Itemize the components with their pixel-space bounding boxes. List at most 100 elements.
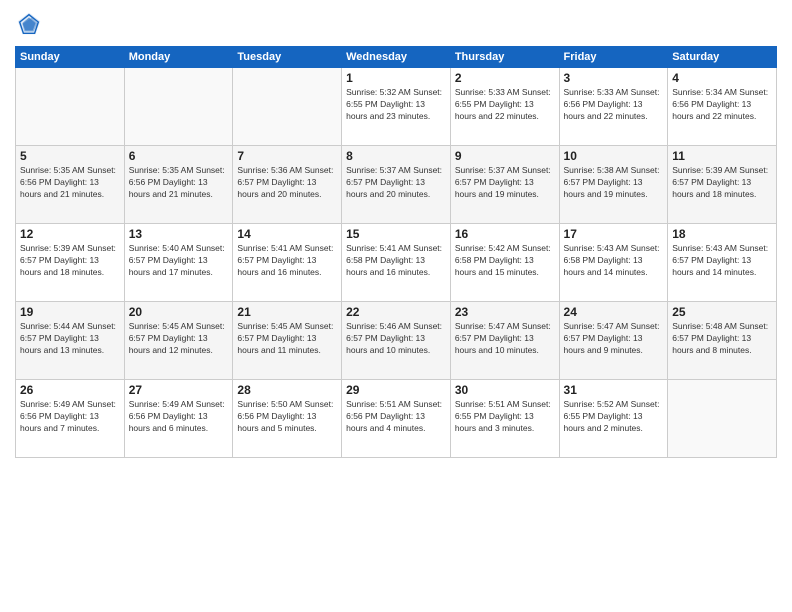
day-info: Sunrise: 5:35 AM Sunset: 6:56 PM Dayligh…: [129, 165, 229, 201]
weekday-header-cell: Saturday: [668, 47, 777, 68]
day-info: Sunrise: 5:34 AM Sunset: 6:56 PM Dayligh…: [672, 87, 772, 123]
calendar-cell: 19 Sunrise: 5:44 AM Sunset: 6:57 PM Dayli…: [16, 302, 125, 380]
calendar-cell: [233, 68, 342, 146]
day-info: Sunrise: 5:42 AM Sunset: 6:58 PM Dayligh…: [455, 243, 555, 279]
day-info: Sunrise: 5:47 AM Sunset: 6:57 PM Dayligh…: [564, 321, 664, 357]
calendar-cell: 18 Sunrise: 5:43 AM Sunset: 6:57 PM Dayli…: [668, 224, 777, 302]
day-info: Sunrise: 5:39 AM Sunset: 6:57 PM Dayligh…: [20, 243, 120, 279]
calendar-cell: 14 Sunrise: 5:41 AM Sunset: 6:57 PM Dayli…: [233, 224, 342, 302]
weekday-header-cell: Sunday: [16, 47, 125, 68]
day-info: Sunrise: 5:43 AM Sunset: 6:57 PM Dayligh…: [672, 243, 772, 279]
day-number: 9: [455, 149, 555, 163]
calendar-cell: 11 Sunrise: 5:39 AM Sunset: 6:57 PM Dayli…: [668, 146, 777, 224]
day-info: Sunrise: 5:51 AM Sunset: 6:56 PM Dayligh…: [346, 399, 446, 435]
day-number: 13: [129, 227, 229, 241]
day-info: Sunrise: 5:41 AM Sunset: 6:57 PM Dayligh…: [237, 243, 337, 279]
day-number: 29: [346, 383, 446, 397]
day-info: Sunrise: 5:45 AM Sunset: 6:57 PM Dayligh…: [129, 321, 229, 357]
day-number: 5: [20, 149, 120, 163]
calendar-cell: 3 Sunrise: 5:33 AM Sunset: 6:56 PM Daylig…: [559, 68, 668, 146]
day-info: Sunrise: 5:37 AM Sunset: 6:57 PM Dayligh…: [455, 165, 555, 201]
calendar-cell: 7 Sunrise: 5:36 AM Sunset: 6:57 PM Daylig…: [233, 146, 342, 224]
calendar-cell: 5 Sunrise: 5:35 AM Sunset: 6:56 PM Daylig…: [16, 146, 125, 224]
day-info: Sunrise: 5:49 AM Sunset: 6:56 PM Dayligh…: [20, 399, 120, 435]
day-number: 30: [455, 383, 555, 397]
day-number: 19: [20, 305, 120, 319]
day-info: Sunrise: 5:47 AM Sunset: 6:57 PM Dayligh…: [455, 321, 555, 357]
day-info: Sunrise: 5:40 AM Sunset: 6:57 PM Dayligh…: [129, 243, 229, 279]
day-number: 14: [237, 227, 337, 241]
day-info: Sunrise: 5:33 AM Sunset: 6:55 PM Dayligh…: [455, 87, 555, 123]
calendar-cell: [124, 68, 233, 146]
weekday-header-cell: Wednesday: [342, 47, 451, 68]
calendar-cell: 1 Sunrise: 5:32 AM Sunset: 6:55 PM Daylig…: [342, 68, 451, 146]
day-number: 6: [129, 149, 229, 163]
calendar-cell: 13 Sunrise: 5:40 AM Sunset: 6:57 PM Dayli…: [124, 224, 233, 302]
day-number: 15: [346, 227, 446, 241]
day-number: 16: [455, 227, 555, 241]
day-number: 17: [564, 227, 664, 241]
day-number: 3: [564, 71, 664, 85]
day-info: Sunrise: 5:49 AM Sunset: 6:56 PM Dayligh…: [129, 399, 229, 435]
day-info: Sunrise: 5:35 AM Sunset: 6:56 PM Dayligh…: [20, 165, 120, 201]
day-info: Sunrise: 5:43 AM Sunset: 6:58 PM Dayligh…: [564, 243, 664, 279]
day-number: 28: [237, 383, 337, 397]
calendar-cell: 29 Sunrise: 5:51 AM Sunset: 6:56 PM Dayli…: [342, 380, 451, 458]
calendar-body: 1 Sunrise: 5:32 AM Sunset: 6:55 PM Daylig…: [16, 68, 777, 458]
calendar-week-row: 5 Sunrise: 5:35 AM Sunset: 6:56 PM Daylig…: [16, 146, 777, 224]
day-info: Sunrise: 5:32 AM Sunset: 6:55 PM Dayligh…: [346, 87, 446, 123]
day-info: Sunrise: 5:37 AM Sunset: 6:57 PM Dayligh…: [346, 165, 446, 201]
calendar-page: SundayMondayTuesdayWednesdayThursdayFrid…: [0, 0, 792, 612]
calendar-cell: 15Sunrise: 5:41 AM Sunset: 6:58 PM Dayli…: [342, 224, 451, 302]
day-number: 1: [346, 71, 446, 85]
calendar-cell: 30 Sunrise: 5:51 AM Sunset: 6:55 PM Dayli…: [450, 380, 559, 458]
calendar-cell: 10Sunrise: 5:38 AM Sunset: 6:57 PM Dayli…: [559, 146, 668, 224]
calendar-cell: 27 Sunrise: 5:49 AM Sunset: 6:56 PM Dayli…: [124, 380, 233, 458]
day-info: Sunrise: 5:48 AM Sunset: 6:57 PM Dayligh…: [672, 321, 772, 357]
calendar-cell: 16 Sunrise: 5:42 AM Sunset: 6:58 PM Dayli…: [450, 224, 559, 302]
weekday-header-cell: Friday: [559, 47, 668, 68]
day-info: Sunrise: 5:39 AM Sunset: 6:57 PM Dayligh…: [672, 165, 772, 201]
day-info: Sunrise: 5:33 AM Sunset: 6:56 PM Dayligh…: [564, 87, 664, 123]
day-number: 12: [20, 227, 120, 241]
day-info: Sunrise: 5:51 AM Sunset: 6:55 PM Dayligh…: [455, 399, 555, 435]
calendar-cell: 24 Sunrise: 5:47 AM Sunset: 6:57 PM Dayli…: [559, 302, 668, 380]
calendar-week-row: 1 Sunrise: 5:32 AM Sunset: 6:55 PM Daylig…: [16, 68, 777, 146]
day-info: Sunrise: 5:50 AM Sunset: 6:56 PM Dayligh…: [237, 399, 337, 435]
calendar-cell: [16, 68, 125, 146]
calendar-table: SundayMondayTuesdayWednesdayThursdayFrid…: [15, 46, 777, 458]
day-number: 11: [672, 149, 772, 163]
calendar-cell: 21 Sunrise: 5:45 AM Sunset: 6:57 PM Dayli…: [233, 302, 342, 380]
day-number: 4: [672, 71, 772, 85]
day-info: Sunrise: 5:46 AM Sunset: 6:57 PM Dayligh…: [346, 321, 446, 357]
day-number: 27: [129, 383, 229, 397]
day-info: Sunrise: 5:52 AM Sunset: 6:55 PM Dayligh…: [564, 399, 664, 435]
day-number: 31: [564, 383, 664, 397]
day-number: 23: [455, 305, 555, 319]
day-number: 10: [564, 149, 664, 163]
day-number: 20: [129, 305, 229, 319]
calendar-cell: 8Sunrise: 5:37 AM Sunset: 6:57 PM Daylig…: [342, 146, 451, 224]
day-info: Sunrise: 5:36 AM Sunset: 6:57 PM Dayligh…: [237, 165, 337, 201]
day-number: 26: [20, 383, 120, 397]
calendar-cell: 4 Sunrise: 5:34 AM Sunset: 6:56 PM Daylig…: [668, 68, 777, 146]
weekday-header-cell: Tuesday: [233, 47, 342, 68]
day-number: 7: [237, 149, 337, 163]
day-number: 18: [672, 227, 772, 241]
logo: [15, 10, 47, 38]
weekday-header-row: SundayMondayTuesdayWednesdayThursdayFrid…: [16, 47, 777, 68]
calendar-cell: 22Sunrise: 5:46 AM Sunset: 6:57 PM Dayli…: [342, 302, 451, 380]
day-number: 21: [237, 305, 337, 319]
calendar-week-row: 12 Sunrise: 5:39 AM Sunset: 6:57 PM Dayli…: [16, 224, 777, 302]
day-info: Sunrise: 5:45 AM Sunset: 6:57 PM Dayligh…: [237, 321, 337, 357]
day-number: 24: [564, 305, 664, 319]
calendar-cell: 2 Sunrise: 5:33 AM Sunset: 6:55 PM Daylig…: [450, 68, 559, 146]
day-number: 25: [672, 305, 772, 319]
calendar-cell: 6 Sunrise: 5:35 AM Sunset: 6:56 PM Daylig…: [124, 146, 233, 224]
day-info: Sunrise: 5:44 AM Sunset: 6:57 PM Dayligh…: [20, 321, 120, 357]
calendar-cell: 26 Sunrise: 5:49 AM Sunset: 6:56 PM Dayli…: [16, 380, 125, 458]
calendar-cell: 12 Sunrise: 5:39 AM Sunset: 6:57 PM Dayli…: [16, 224, 125, 302]
day-number: 2: [455, 71, 555, 85]
weekday-header-cell: Monday: [124, 47, 233, 68]
calendar-cell: 31 Sunrise: 5:52 AM Sunset: 6:55 PM Dayli…: [559, 380, 668, 458]
